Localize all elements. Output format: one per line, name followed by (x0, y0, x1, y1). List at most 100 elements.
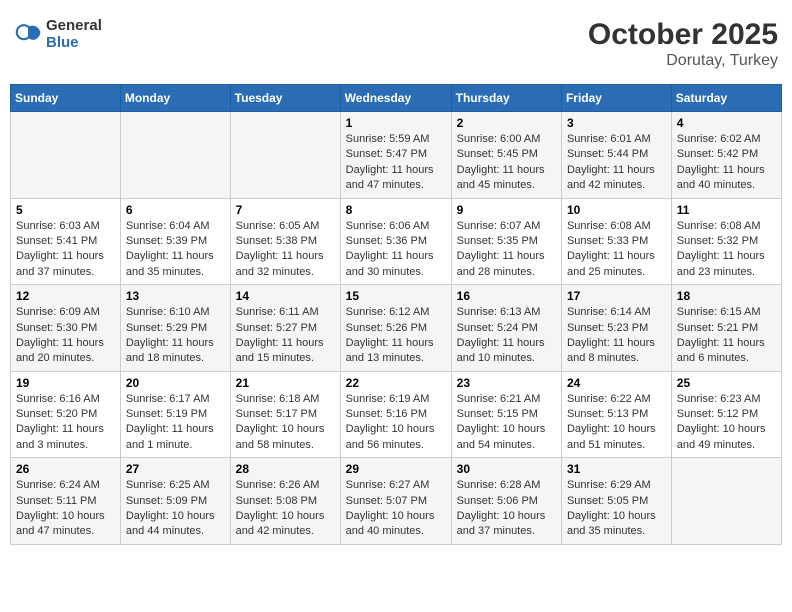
calendar-day-cell: 24Sunrise: 6:22 AM Sunset: 5:13 PM Dayli… (561, 371, 671, 458)
calendar-week-row: 12 Sunrise: 6:09 AM Sunset: 5:30 PM Dayli… (11, 285, 782, 372)
day-info: Sunrise: 6:25 AM Sunset: 5:09 PM Dayligh… (126, 478, 225, 540)
calendar-day-cell: 30Sunrise: 6:28 AM Sunset: 5:06 PM Dayli… (451, 458, 561, 545)
calendar-day-cell: 10Sunrise: 6:08 AM Sunset: 5:33 PM Dayli… (561, 198, 671, 285)
day-info: Sunrise: 6:29 AM Sunset: 5:05 PM Dayligh… (567, 478, 666, 540)
logo-icon (14, 21, 42, 49)
day-info: Sunrise: 6:19 AM Sunset: 5:16 PM Dayligh… (346, 392, 446, 454)
day-info: Sunrise: 6:18 AM Sunset: 5:17 PM Dayligh… (236, 392, 335, 454)
calendar-day-cell: 29 Sunrise: 6:27 AM Sunset: 5:07 PM Dayli… (340, 458, 451, 545)
day-info: Sunrise: 6:12 AM Sunset: 5:26 PM Dayligh… (346, 305, 446, 367)
day-number: 2 (457, 116, 556, 130)
weekday-header-cell: Saturday (671, 85, 781, 112)
location-title: Dorutay, Turkey (588, 52, 778, 70)
calendar-day-cell: 28Sunrise: 6:26 AM Sunset: 5:08 PM Dayli… (230, 458, 340, 545)
calendar-day-cell: 3 Sunrise: 6:01 AM Sunset: 5:44 PM Daylig… (561, 112, 671, 199)
day-number: 19 (16, 376, 115, 390)
day-number: 3 (567, 116, 666, 130)
calendar-day-cell: 12 Sunrise: 6:09 AM Sunset: 5:30 PM Dayli… (11, 285, 121, 372)
day-info: Sunrise: 5:59 AM Sunset: 5:47 PM Dayligh… (346, 132, 446, 194)
calendar-day-cell (671, 458, 781, 545)
day-info: Sunrise: 6:04 AM Sunset: 5:39 PM Dayligh… (126, 219, 225, 281)
calendar-day-cell: 2 Sunrise: 6:00 AM Sunset: 5:45 PM Daylig… (451, 112, 561, 199)
day-info: Sunrise: 6:23 AM Sunset: 5:12 PM Dayligh… (677, 392, 776, 454)
calendar-week-row: 1 Sunrise: 5:59 AM Sunset: 5:47 PM Daylig… (11, 112, 782, 199)
day-number: 17 (567, 289, 666, 303)
weekday-header-cell: Wednesday (340, 85, 451, 112)
weekday-header-cell: Monday (120, 85, 230, 112)
calendar-day-cell: 11 Sunrise: 6:08 AM Sunset: 5:32 PM Dayli… (671, 198, 781, 285)
logo: General Blue (14, 18, 102, 51)
day-number: 16 (457, 289, 556, 303)
calendar-day-cell: 5Sunrise: 6:03 AM Sunset: 5:41 PM Daylig… (11, 198, 121, 285)
day-info: Sunrise: 6:14 AM Sunset: 5:23 PM Dayligh… (567, 305, 666, 367)
day-info: Sunrise: 6:00 AM Sunset: 5:45 PM Dayligh… (457, 132, 556, 194)
logo-blue-text: Blue (46, 35, 102, 52)
day-number: 29 (346, 462, 446, 476)
day-info: Sunrise: 6:07 AM Sunset: 5:35 PM Dayligh… (457, 219, 556, 281)
weekday-header-cell: Tuesday (230, 85, 340, 112)
calendar-day-cell: 26 Sunrise: 6:24 AM Sunset: 5:11 PM Dayli… (11, 458, 121, 545)
day-info: Sunrise: 6:27 AM Sunset: 5:07 PM Dayligh… (346, 478, 446, 540)
day-number: 31 (567, 462, 666, 476)
day-info: Sunrise: 6:28 AM Sunset: 5:06 PM Dayligh… (457, 478, 556, 540)
day-number: 23 (457, 376, 556, 390)
calendar-day-cell: 18Sunrise: 6:15 AM Sunset: 5:21 PM Dayli… (671, 285, 781, 372)
day-info: Sunrise: 6:05 AM Sunset: 5:38 PM Dayligh… (236, 219, 335, 281)
day-info: Sunrise: 6:24 AM Sunset: 5:11 PM Dayligh… (16, 478, 115, 540)
day-info: Sunrise: 6:08 AM Sunset: 5:32 PM Dayligh… (677, 219, 776, 281)
day-info: Sunrise: 6:10 AM Sunset: 5:29 PM Dayligh… (126, 305, 225, 367)
title-block: October 2025 Dorutay, Turkey (588, 18, 778, 70)
day-number: 4 (677, 116, 776, 130)
day-number: 5 (16, 203, 115, 217)
calendar-day-cell: 19 Sunrise: 6:16 AM Sunset: 5:20 PM Dayli… (11, 371, 121, 458)
header: General Blue October 2025 Dorutay, Turke… (10, 10, 782, 78)
day-number: 26 (16, 462, 115, 476)
day-number: 21 (236, 376, 335, 390)
month-title: October 2025 (588, 18, 778, 52)
calendar-day-cell: 17 Sunrise: 6:14 AM Sunset: 5:23 PM Dayli… (561, 285, 671, 372)
calendar-week-row: 5Sunrise: 6:03 AM Sunset: 5:41 PM Daylig… (11, 198, 782, 285)
calendar-day-cell: 1 Sunrise: 5:59 AM Sunset: 5:47 PM Daylig… (340, 112, 451, 199)
day-number: 10 (567, 203, 666, 217)
day-info: Sunrise: 6:09 AM Sunset: 5:30 PM Dayligh… (16, 305, 115, 367)
day-number: 9 (457, 203, 556, 217)
day-number: 15 (346, 289, 446, 303)
weekday-header-cell: Thursday (451, 85, 561, 112)
weekday-header-row: SundayMondayTuesdayWednesdayThursdayFrid… (11, 85, 782, 112)
day-number: 13 (126, 289, 225, 303)
calendar-week-row: 19 Sunrise: 6:16 AM Sunset: 5:20 PM Dayli… (11, 371, 782, 458)
calendar-day-cell (11, 112, 121, 199)
day-number: 27 (126, 462, 225, 476)
day-info: Sunrise: 6:01 AM Sunset: 5:44 PM Dayligh… (567, 132, 666, 194)
day-number: 12 (16, 289, 115, 303)
calendar-week-row: 26 Sunrise: 6:24 AM Sunset: 5:11 PM Dayli… (11, 458, 782, 545)
calendar-body: 1 Sunrise: 5:59 AM Sunset: 5:47 PM Daylig… (11, 112, 782, 545)
weekday-header-cell: Friday (561, 85, 671, 112)
day-info: Sunrise: 6:21 AM Sunset: 5:15 PM Dayligh… (457, 392, 556, 454)
day-info: Sunrise: 6:11 AM Sunset: 5:27 PM Dayligh… (236, 305, 335, 367)
day-number: 6 (126, 203, 225, 217)
calendar-table: SundayMondayTuesdayWednesdayThursdayFrid… (10, 84, 782, 545)
weekday-header-cell: Sunday (11, 85, 121, 112)
calendar-day-cell: 9 Sunrise: 6:07 AM Sunset: 5:35 PM Daylig… (451, 198, 561, 285)
day-number: 1 (346, 116, 446, 130)
day-info: Sunrise: 6:16 AM Sunset: 5:20 PM Dayligh… (16, 392, 115, 454)
day-number: 28 (236, 462, 335, 476)
calendar-day-cell: 23 Sunrise: 6:21 AM Sunset: 5:15 PM Dayli… (451, 371, 561, 458)
day-number: 11 (677, 203, 776, 217)
day-info: Sunrise: 6:13 AM Sunset: 5:24 PM Dayligh… (457, 305, 556, 367)
day-number: 14 (236, 289, 335, 303)
day-number: 22 (346, 376, 446, 390)
calendar-day-cell: 21 Sunrise: 6:18 AM Sunset: 5:17 PM Dayli… (230, 371, 340, 458)
calendar-day-cell: 6 Sunrise: 6:04 AM Sunset: 5:39 PM Daylig… (120, 198, 230, 285)
day-number: 8 (346, 203, 446, 217)
logo-general-text: General (46, 18, 102, 35)
calendar-day-cell: 15 Sunrise: 6:12 AM Sunset: 5:26 PM Dayli… (340, 285, 451, 372)
calendar-day-cell: 4Sunrise: 6:02 AM Sunset: 5:42 PM Daylig… (671, 112, 781, 199)
calendar-day-cell: 22 Sunrise: 6:19 AM Sunset: 5:16 PM Dayli… (340, 371, 451, 458)
logo-text: General Blue (46, 18, 102, 51)
calendar-day-cell: 7Sunrise: 6:05 AM Sunset: 5:38 PM Daylig… (230, 198, 340, 285)
calendar-day-cell (230, 112, 340, 199)
day-number: 25 (677, 376, 776, 390)
calendar-day-cell: 27 Sunrise: 6:25 AM Sunset: 5:09 PM Dayli… (120, 458, 230, 545)
